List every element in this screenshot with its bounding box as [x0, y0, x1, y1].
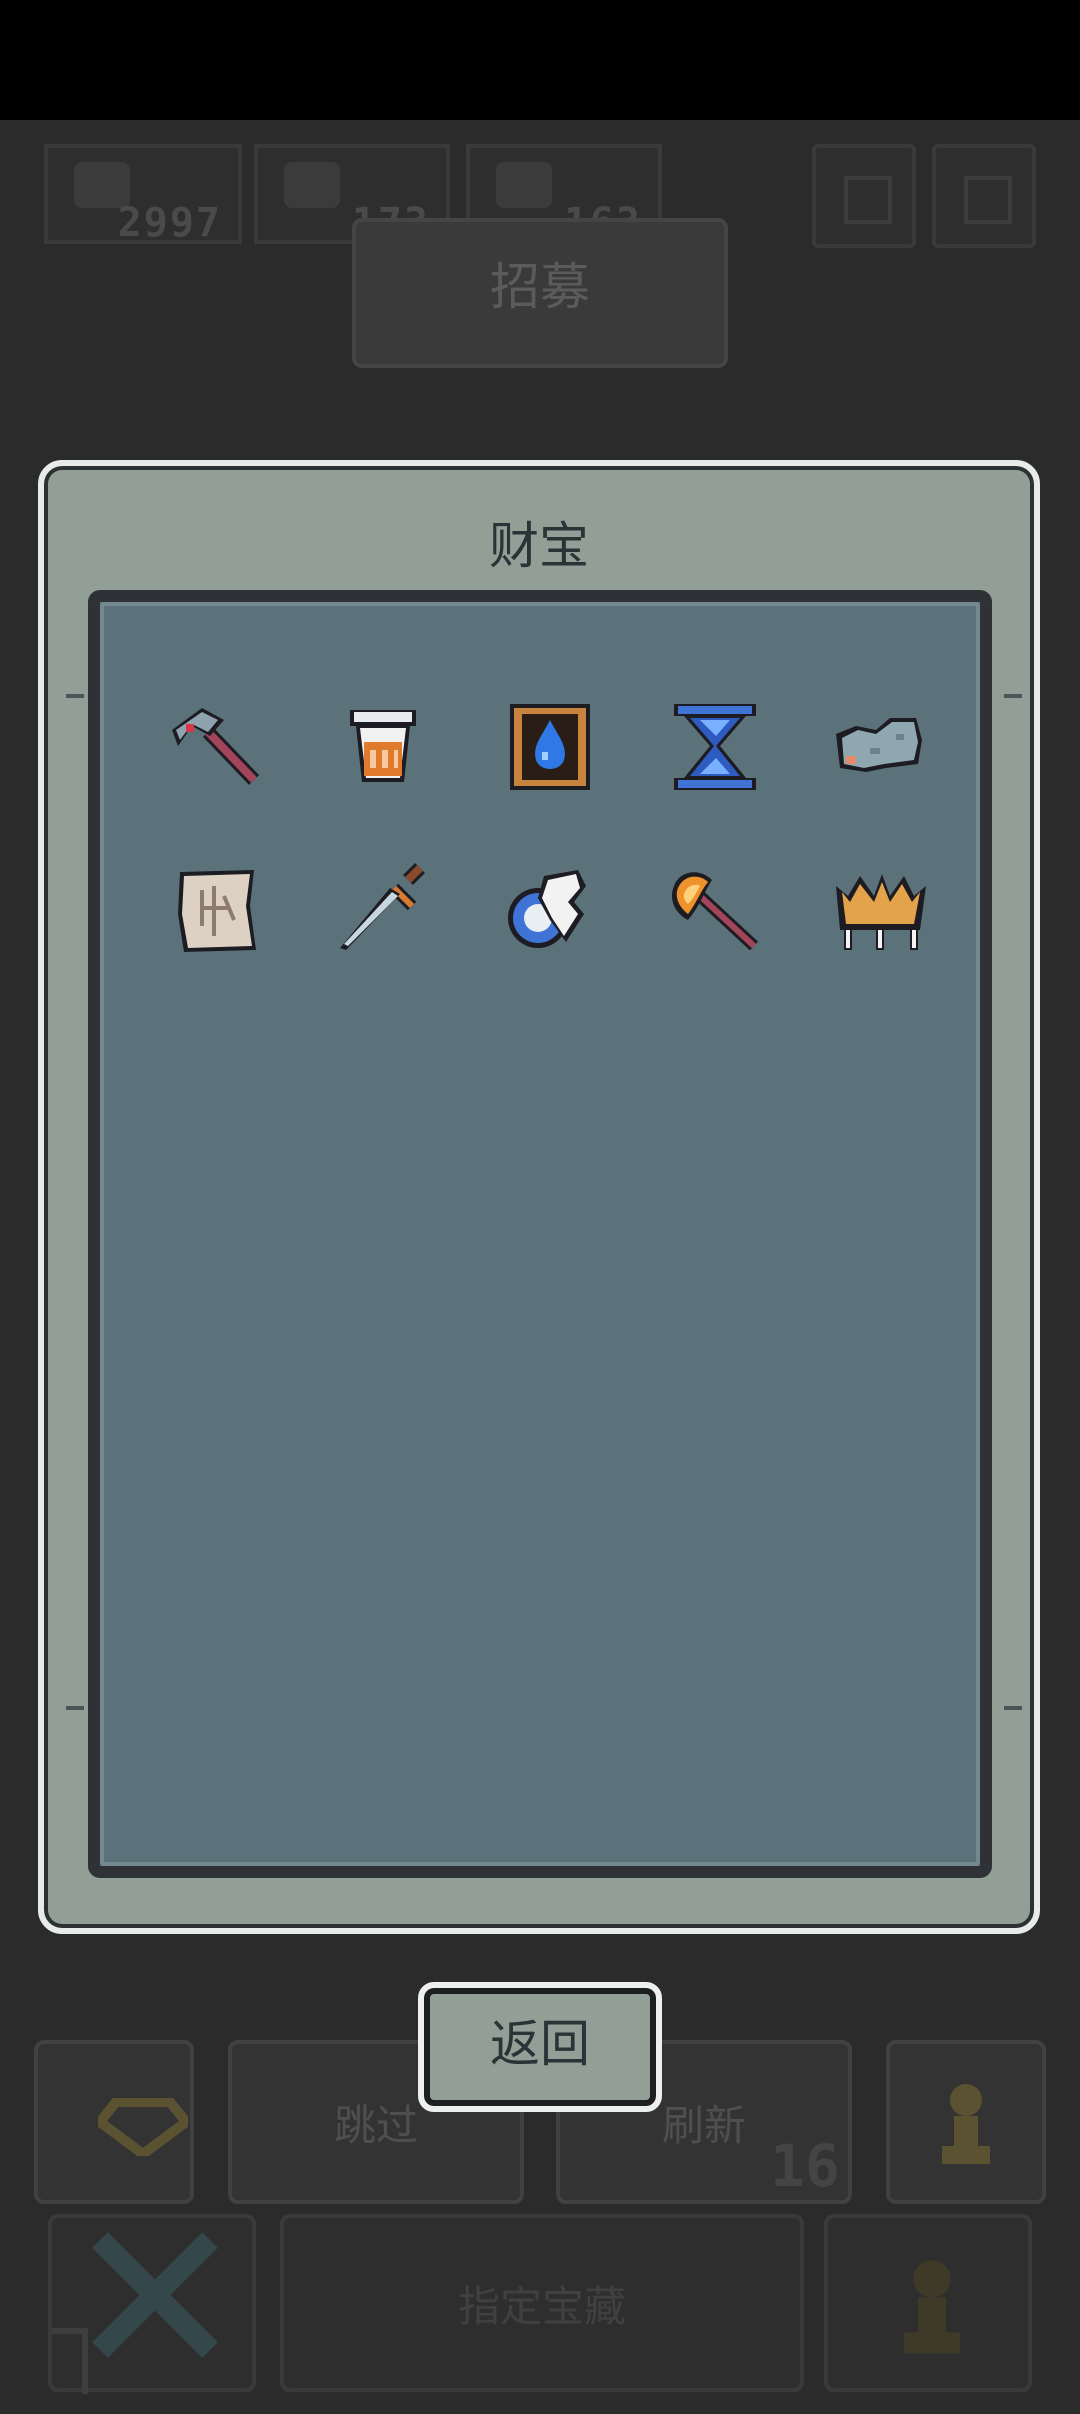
frame-tick [66, 1706, 84, 1710]
resource-value: 2997 [117, 200, 222, 246]
treasure-item[interactable] [162, 690, 272, 800]
unit-slot[interactable] [824, 2214, 1032, 2392]
close-icon [92, 2232, 218, 2358]
frame-tick [1004, 694, 1022, 698]
back-button[interactable]: 返回 [418, 1982, 662, 2112]
treasure-item[interactable] [660, 690, 770, 800]
crown-claw-icon [836, 874, 926, 950]
treasure-item[interactable] [328, 690, 438, 800]
treasure-item[interactable] [660, 856, 770, 966]
swirl-icon [496, 162, 552, 208]
status-bar [0, 0, 1080, 120]
treasure-item[interactable] [494, 690, 604, 800]
stone-rock-icon [836, 718, 922, 772]
resource-coin: 2997 [44, 144, 242, 246]
treasure-item[interactable] [162, 856, 272, 966]
treasure-panel [88, 590, 992, 1878]
water-drop-tome-icon [510, 704, 590, 790]
treasure-item[interactable] [494, 856, 604, 966]
hero-button[interactable] [886, 2040, 1046, 2204]
recruit-tab[interactable]: 招募 [352, 218, 728, 368]
treasure-item[interactable] [826, 856, 936, 966]
pawn-icon [904, 2260, 960, 2354]
treasure-item[interactable] [826, 690, 936, 800]
dagger-icon [340, 863, 425, 950]
settings-button[interactable] [932, 144, 1036, 248]
treasure-item[interactable] [328, 856, 438, 966]
swirl-icon [284, 162, 340, 208]
corner-mark [52, 2328, 88, 2394]
hammer-icon [172, 708, 260, 785]
map-scroll-icon [178, 870, 256, 952]
frame-tick [1004, 1706, 1022, 1710]
bucket-icon [350, 710, 416, 782]
hourglass-icon [674, 704, 756, 790]
frame-tick [66, 694, 84, 698]
treasure-modal: 财宝 [38, 460, 1040, 1934]
gear-icon [964, 176, 1012, 224]
designate-treasure-button[interactable]: 指定宝藏 [280, 2214, 804, 2392]
gem-button[interactable] [34, 2040, 194, 2204]
refresh-count: 16 [770, 2132, 840, 2200]
gem-icon [98, 2098, 188, 2156]
pawn-icon [942, 2084, 990, 2164]
fire-axe-icon [671, 872, 759, 951]
mail-icon [844, 176, 892, 224]
mail-button[interactable] [812, 144, 916, 248]
wing-orb-icon [508, 870, 586, 948]
modal-title: 财宝 [489, 517, 589, 575]
